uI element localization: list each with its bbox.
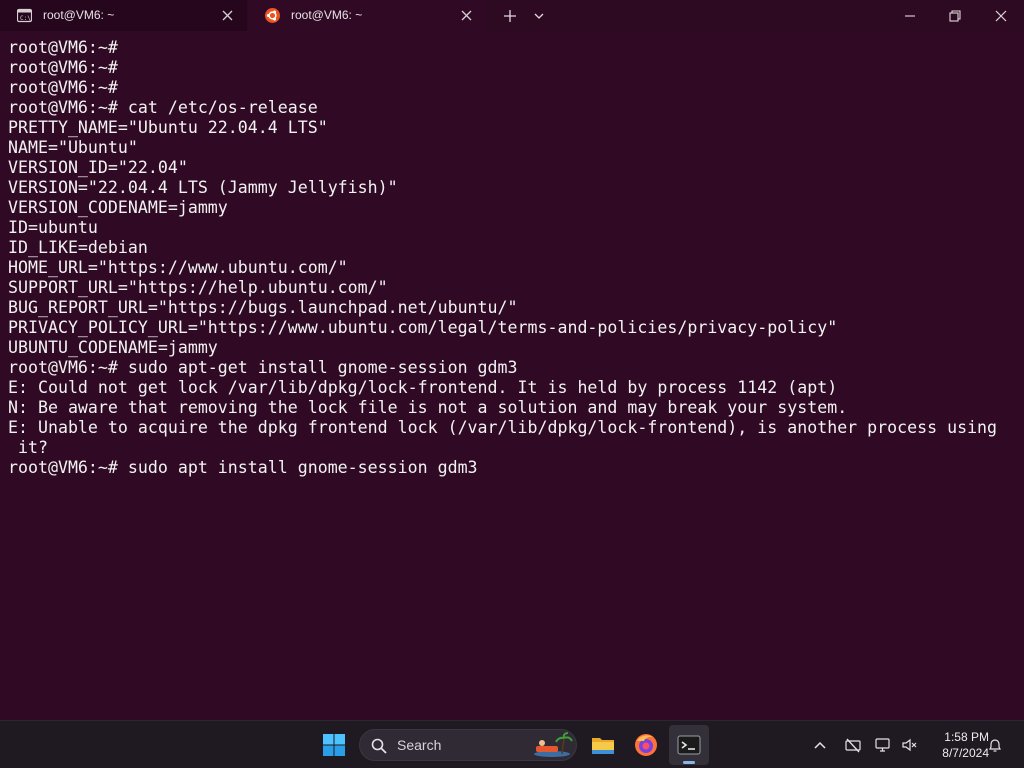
firefox-icon xyxy=(635,734,657,756)
terminal-line: UBUNTU_CODENAME=jammy xyxy=(8,338,218,357)
chevron-up-icon xyxy=(814,741,826,749)
clock-time: 1:58 PM xyxy=(944,730,989,744)
terminal-line: VERSION_CODENAME=jammy xyxy=(8,198,228,217)
clock-date: 8/7/2024 xyxy=(942,746,989,760)
minimize-icon xyxy=(905,15,915,17)
network-status[interactable] xyxy=(842,734,864,756)
terminal-line: SUPPORT_URL="https://help.ubuntu.com/" xyxy=(8,278,388,297)
show-hidden-icons-button[interactable] xyxy=(809,734,831,756)
terminal-line: it? xyxy=(8,438,48,457)
terminal-line: root@VM6:~# sudo apt-get install gnome-s… xyxy=(8,358,518,377)
minimize-button[interactable] xyxy=(887,0,933,31)
taskbar: Search 1:58 PM 8/7/2024 xyxy=(0,720,1024,768)
tab-cmd[interactable]: C:\ root@VM6: ~ xyxy=(0,0,247,31)
network-off-icon xyxy=(845,738,861,753)
tab-label: root@VM6: ~ xyxy=(291,8,363,22)
volume-muted-icon xyxy=(902,738,917,752)
terminal-line: HOME_URL="https://www.ubuntu.com/" xyxy=(8,258,348,277)
terminal-line: ID=ubuntu xyxy=(8,218,98,237)
terminal-line: E: Unable to acquire the dpkg frontend l… xyxy=(8,418,998,437)
terminal-line: ID_LIKE=debian xyxy=(8,238,148,257)
active-indicator xyxy=(683,761,695,764)
notification-bell-icon xyxy=(989,739,1001,752)
close-tab-icon[interactable] xyxy=(459,8,474,23)
terminal-line: VERSION_ID="22.04" xyxy=(8,158,188,177)
notifications-button[interactable] xyxy=(984,734,1006,756)
restore-button[interactable] xyxy=(932,0,978,31)
terminal-line: root@VM6:~# xyxy=(8,78,118,97)
cmd-icon: C:\ xyxy=(17,8,32,23)
ubuntu-icon xyxy=(265,8,280,23)
close-tab-icon[interactable] xyxy=(220,8,235,23)
tab-ubuntu[interactable]: root@VM6: ~ xyxy=(248,0,486,31)
chevron-down-icon xyxy=(534,13,544,19)
terminal-line: root@VM6:~# sudo apt install gnome-sessi… xyxy=(8,458,478,477)
search-icon xyxy=(371,738,387,754)
firefox-button[interactable] xyxy=(626,725,666,765)
terminal-line: root@VM6:~# xyxy=(8,58,118,77)
restore-icon xyxy=(949,10,961,22)
close-icon xyxy=(995,10,1007,22)
terminal-line: PRETTY_NAME="Ubuntu 22.04.4 LTS" xyxy=(8,118,328,137)
clock[interactable]: 1:58 PM 8/7/2024 xyxy=(925,729,989,761)
display-status[interactable] xyxy=(872,734,894,756)
terminal-line: PRIVACY_POLICY_URL="https://www.ubuntu.c… xyxy=(8,318,838,337)
terminal-line: N: Be aware that removing the lock file … xyxy=(8,398,848,417)
terminal-line: root@VM6:~# xyxy=(8,38,118,57)
display-icon xyxy=(875,738,890,752)
volume-status[interactable] xyxy=(898,734,920,756)
taskbar-search[interactable]: Search xyxy=(359,729,577,761)
tab-dropdown-button[interactable] xyxy=(530,5,548,27)
terminal-button[interactable] xyxy=(669,725,709,765)
search-highlight-illustration-icon xyxy=(534,732,573,757)
search-placeholder: Search xyxy=(397,737,442,753)
tab-label: root@VM6: ~ xyxy=(43,8,115,22)
file-explorer-button[interactable] xyxy=(583,725,623,765)
terminal-line: E: Could not get lock /var/lib/dpkg/lock… xyxy=(8,378,838,397)
terminal-icon xyxy=(677,735,701,755)
plus-icon xyxy=(504,10,516,22)
terminal-line: VERSION="22.04.4 LTS (Jammy Jellyfish)" xyxy=(8,178,398,197)
terminal-output[interactable]: root@VM6:~# root@VM6:~# root@VM6:~# root@VM… xyxy=(0,31,1024,720)
start-icon xyxy=(323,734,345,756)
terminal-line: root@VM6:~# cat /etc/os-release xyxy=(8,98,318,117)
close-window-button[interactable] xyxy=(978,0,1024,31)
title-bar: C:\ root@VM6: ~ root@VM6: ~ xyxy=(0,0,1024,31)
new-tab-button[interactable] xyxy=(499,5,521,27)
file-explorer-icon xyxy=(592,738,614,754)
svg-text:C:\: C:\ xyxy=(20,15,31,22)
terminal-line: BUG_REPORT_URL="https://bugs.launchpad.n… xyxy=(8,298,518,317)
start-button[interactable] xyxy=(314,725,354,765)
terminal-line: NAME="Ubuntu" xyxy=(8,138,138,157)
